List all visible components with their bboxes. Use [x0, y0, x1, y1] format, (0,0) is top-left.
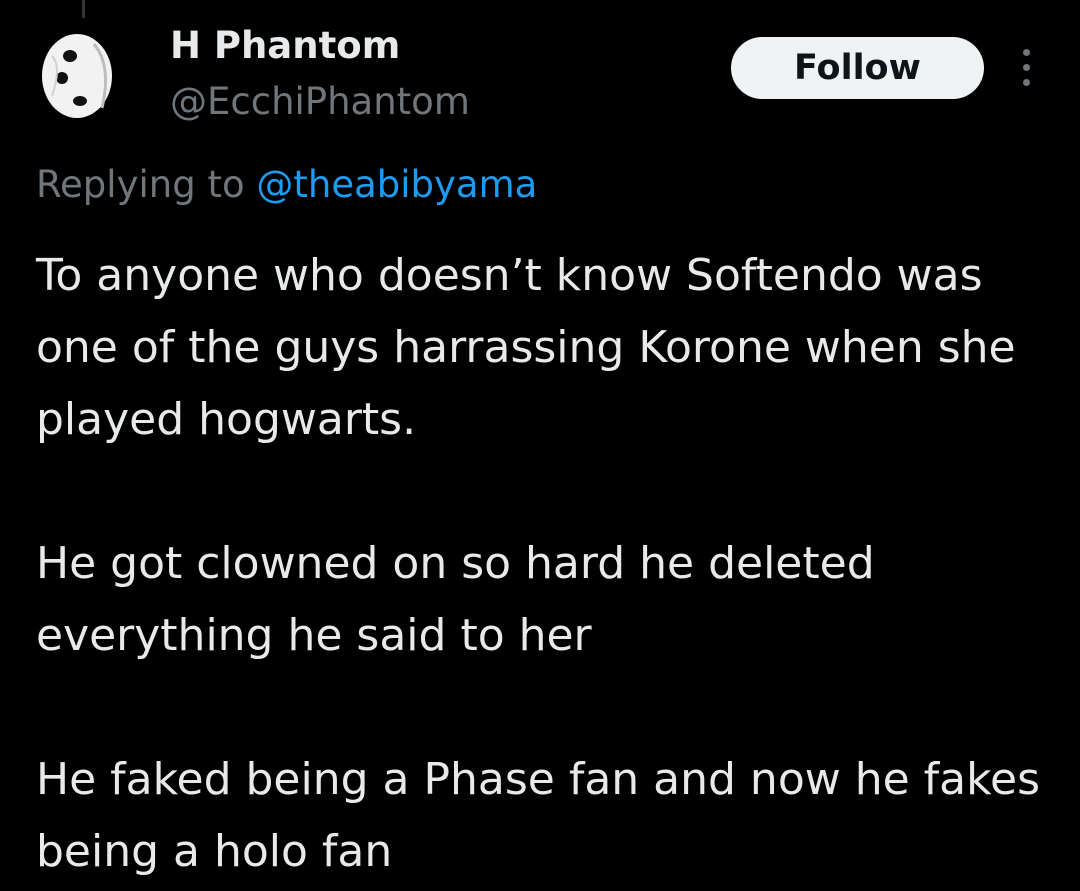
more-options-icon — [1022, 78, 1030, 86]
tweet-text: To anyone who doesn’t know Softendo was … — [36, 240, 1056, 888]
thread-connector-line — [82, 0, 85, 18]
more-options-icon — [1022, 48, 1030, 56]
more-options-button[interactable] — [1006, 44, 1046, 90]
more-options-icon — [1022, 63, 1030, 71]
tweet-paragraph: To anyone who doesn’t know Softendo was … — [36, 250, 1016, 445]
author-display-name[interactable]: H Phantom — [170, 24, 400, 68]
author-handle[interactable]: @EcchiPhantom — [170, 80, 470, 124]
reply-mention-link[interactable]: @theabibyama — [256, 163, 537, 206]
soccer-ball-mask-avatar-icon — [32, 26, 126, 120]
reply-context: Replying to @theabibyama — [36, 162, 537, 208]
follow-button[interactable]: Follow — [731, 37, 984, 99]
tweet-paragraph: He got clowned on so hard he deleted eve… — [36, 538, 875, 661]
tweet-paragraph: He faked being a Phase fan and now he fa… — [36, 754, 1041, 877]
reply-context-prefix: Replying to — [36, 163, 245, 206]
avatar[interactable] — [32, 26, 126, 120]
